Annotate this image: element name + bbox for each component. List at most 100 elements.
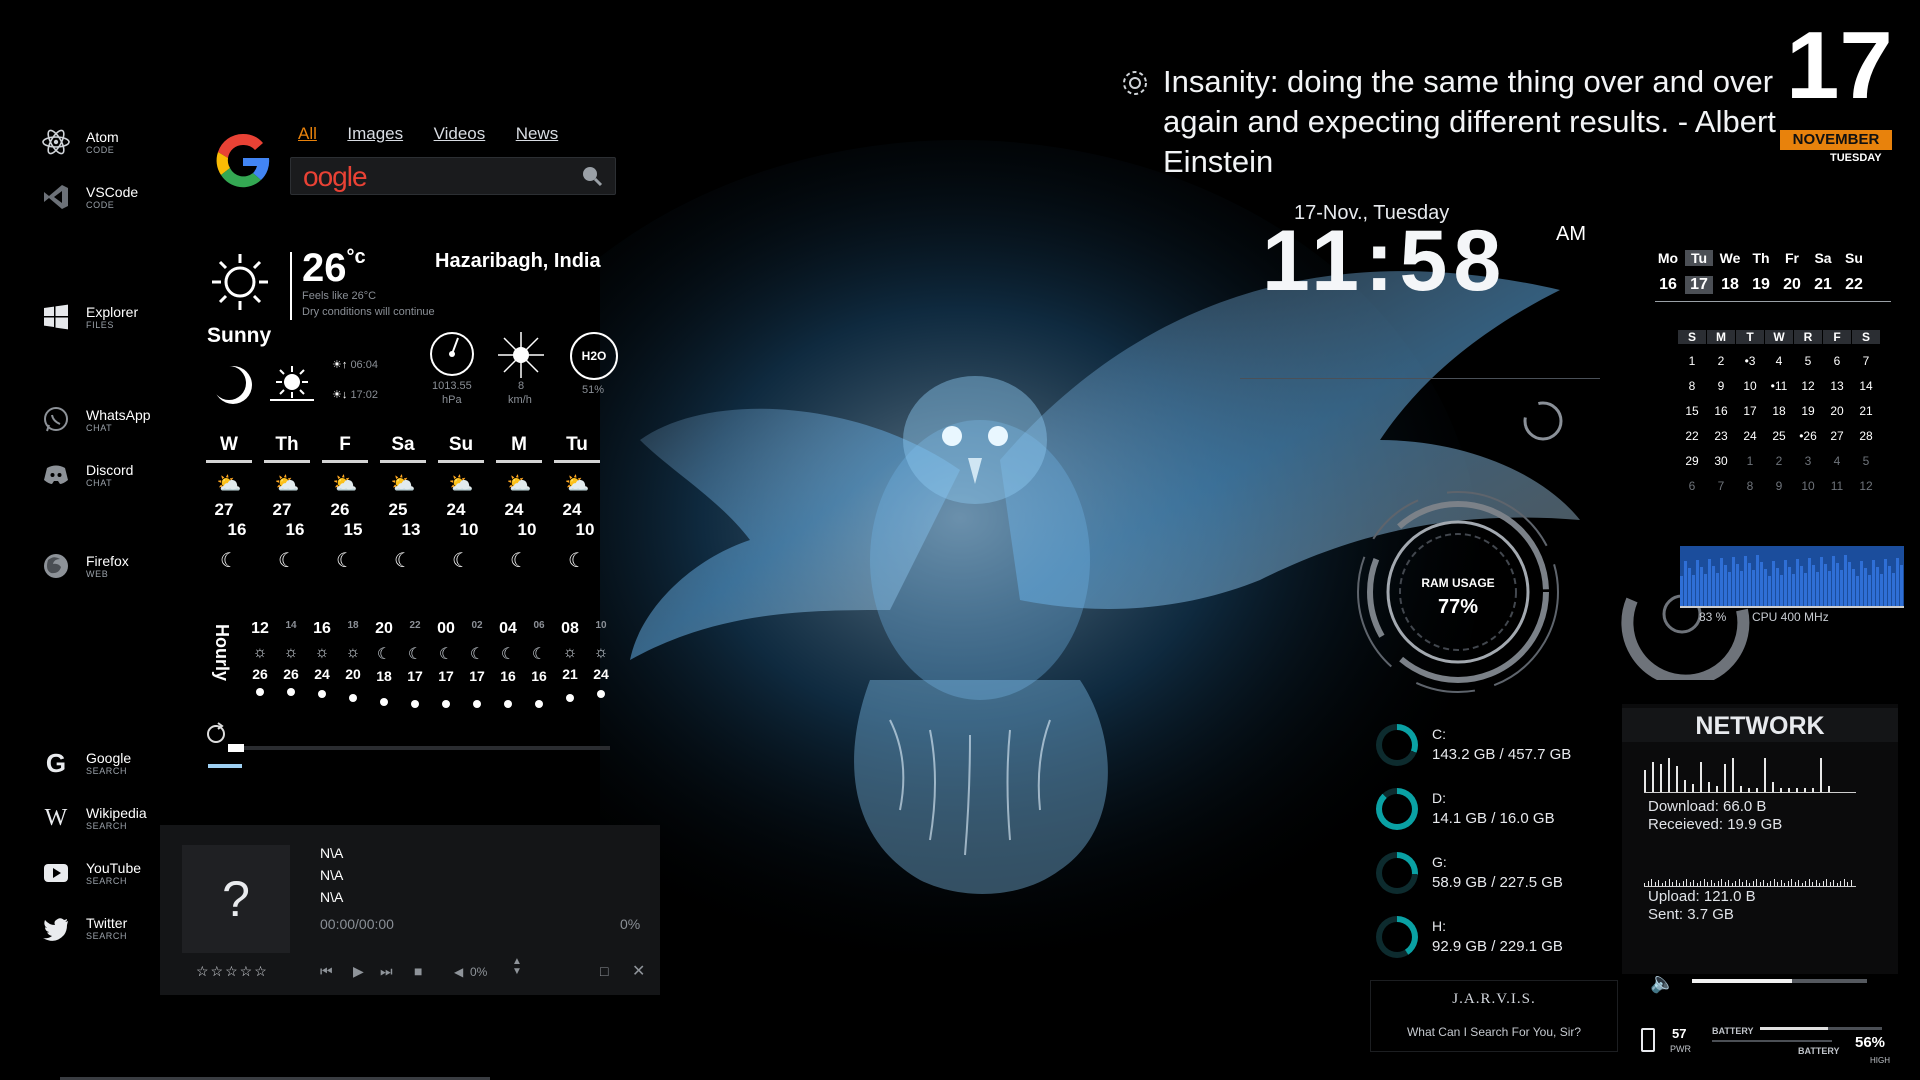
jarvis-title: J.A.R.V.I.S. — [1452, 991, 1536, 1007]
week-date[interactable]: 16 — [1654, 276, 1682, 294]
calendar-date[interactable]: 14 — [1852, 379, 1880, 393]
search-input[interactable]: oogle — [303, 161, 368, 193]
calendar-date[interactable]: 9 — [1765, 479, 1793, 493]
upload-graph-bar — [1812, 882, 1813, 886]
hourly-scrollbar[interactable] — [228, 746, 610, 750]
calendar-date[interactable]: 22 — [1678, 429, 1706, 443]
google-search-box[interactable]: oogle — [290, 157, 616, 195]
previous-icon[interactable]: ⏮ — [320, 963, 333, 980]
week-date[interactable]: 17 — [1685, 276, 1713, 294]
calendar-date[interactable]: 6 — [1678, 479, 1706, 493]
rating-stars[interactable]: ☆☆☆☆☆ — [196, 963, 269, 980]
disk-label: C: — [1432, 726, 1446, 742]
calendar-date[interactable]: 6 — [1823, 354, 1851, 368]
download-graph-bar — [1764, 758, 1766, 792]
hourly-scroll-thumb[interactable] — [228, 744, 244, 752]
calendar-date[interactable]: 29 — [1678, 454, 1706, 468]
calendar-date[interactable]: 23 — [1707, 429, 1735, 443]
tab-videos[interactable]: Videos — [434, 124, 486, 143]
search-icon[interactable] — [581, 165, 603, 192]
week-date[interactable]: 21 — [1809, 276, 1837, 294]
launcher-firefox[interactable]: Firefox WEB — [38, 546, 188, 586]
launcher-explorer[interactable]: Explorer FILES — [38, 297, 188, 337]
weather-refresh-icon[interactable] — [204, 720, 228, 751]
calendar-date[interactable]: •26 — [1794, 429, 1822, 443]
calendar-date[interactable]: 4 — [1823, 454, 1851, 468]
calendar-date[interactable]: 13 — [1823, 379, 1851, 393]
next-icon[interactable]: ⏭ — [380, 963, 393, 980]
hour-temp: 18 — [376, 668, 392, 684]
calendar-date[interactable]: 28 — [1852, 429, 1880, 443]
calendar-date[interactable]: 8 — [1736, 479, 1764, 493]
disk-value: 143.2 GB / 457.7 GB — [1432, 746, 1572, 763]
tab-news[interactable]: News — [516, 124, 559, 143]
disk-label: G: — [1432, 854, 1447, 870]
close-icon[interactable]: ✕ — [632, 961, 645, 981]
calendar-date[interactable]: 10 — [1736, 379, 1764, 393]
calendar-date[interactable]: •11 — [1765, 379, 1793, 393]
volume-icon[interactable]: ◀ — [454, 965, 463, 979]
calendar-date[interactable]: 5 — [1852, 454, 1880, 468]
upload-graph-bar — [1836, 883, 1838, 886]
launcher-sub: SEARCH — [86, 876, 128, 886]
tab-all[interactable]: All — [298, 124, 317, 143]
calendar-date[interactable]: 7 — [1852, 354, 1880, 368]
speaker-icon[interactable]: 🔈 — [1650, 970, 1675, 995]
jarvis-input[interactable]: What Can I Search For You, Sir? — [1371, 1025, 1617, 1039]
week-date[interactable]: 18 — [1716, 276, 1744, 294]
volume-slider[interactable] — [1692, 979, 1867, 983]
upload-graph-bar — [1752, 881, 1754, 886]
stop-icon[interactable]: ■ — [414, 963, 422, 979]
calendar-date[interactable]: 12 — [1852, 479, 1880, 493]
week-date[interactable]: 22 — [1840, 276, 1868, 294]
play-icon[interactable]: ▶ — [353, 963, 364, 980]
cpu-graph-bar — [1792, 574, 1795, 606]
download-graph-bar — [1700, 762, 1702, 792]
calendar-date[interactable]: 1 — [1678, 354, 1706, 368]
cpu-graph-bar — [1896, 558, 1899, 606]
launcher-atom[interactable]: Atom CODE — [38, 122, 188, 162]
calendar-date[interactable]: 12 — [1794, 379, 1822, 393]
calendar-date[interactable]: 25 — [1765, 429, 1793, 443]
volume-stepper-icon[interactable]: ▲ ▼ — [512, 957, 522, 977]
calendar-date[interactable]: 20 — [1823, 404, 1851, 418]
launcher-sub: CHAT — [86, 423, 113, 433]
sun-icon — [208, 250, 272, 319]
calendar-date[interactable]: 11 — [1823, 479, 1851, 493]
calendar-date[interactable]: 2 — [1765, 454, 1793, 468]
calendar-date[interactable]: 7 — [1707, 479, 1735, 493]
calendar-date[interactable]: 1 — [1736, 454, 1764, 468]
calendar-date[interactable]: 5 — [1794, 354, 1822, 368]
calendar-date[interactable]: 9 — [1707, 379, 1735, 393]
week-date[interactable]: 19 — [1747, 276, 1775, 294]
calendar-date[interactable]: 8 — [1678, 379, 1706, 393]
launcher-vscode[interactable]: VSCode CODE — [38, 177, 188, 217]
launcher-google[interactable]: G Google SEARCH — [38, 743, 188, 783]
calendar-date[interactable]: 10 — [1794, 479, 1822, 493]
hourly-column: 08 ☼ 21 — [555, 620, 585, 702]
forecast-low: 16 — [227, 520, 247, 539]
gear-icon[interactable] — [1120, 68, 1150, 103]
launcher-whatsapp[interactable]: WhatsApp CHAT — [38, 400, 188, 440]
calendar-date[interactable]: 3 — [1794, 454, 1822, 468]
calendar-date[interactable]: 30 — [1707, 454, 1735, 468]
jarvis-widget[interactable]: J.A.R.V.I.S. What Can I Search For You, … — [1370, 980, 1618, 1052]
calendar-date[interactable]: 4 — [1765, 354, 1793, 368]
upload-graph-bar — [1693, 880, 1694, 886]
calendar-date[interactable]: 17 — [1736, 404, 1764, 418]
tab-images[interactable]: Images — [347, 124, 403, 143]
calendar-date[interactable]: •3 — [1736, 354, 1764, 368]
week-date[interactable]: 20 — [1778, 276, 1806, 294]
forecast-low: 10 — [459, 520, 479, 539]
calendar-date[interactable]: 18 — [1765, 404, 1793, 418]
calendar-date[interactable]: 24 — [1736, 429, 1764, 443]
launcher-discord[interactable]: Discord CHAT — [38, 455, 188, 495]
calendar-date[interactable]: 27 — [1823, 429, 1851, 443]
calendar-date[interactable]: 21 — [1852, 404, 1880, 418]
calendar-date[interactable]: 2 — [1707, 354, 1735, 368]
hour-label: 20 — [375, 620, 393, 637]
calendar-date[interactable]: 15 — [1678, 404, 1706, 418]
maximize-icon[interactable]: □ — [600, 963, 608, 979]
calendar-date[interactable]: 16 — [1707, 404, 1735, 418]
calendar-date[interactable]: 19 — [1794, 404, 1822, 418]
